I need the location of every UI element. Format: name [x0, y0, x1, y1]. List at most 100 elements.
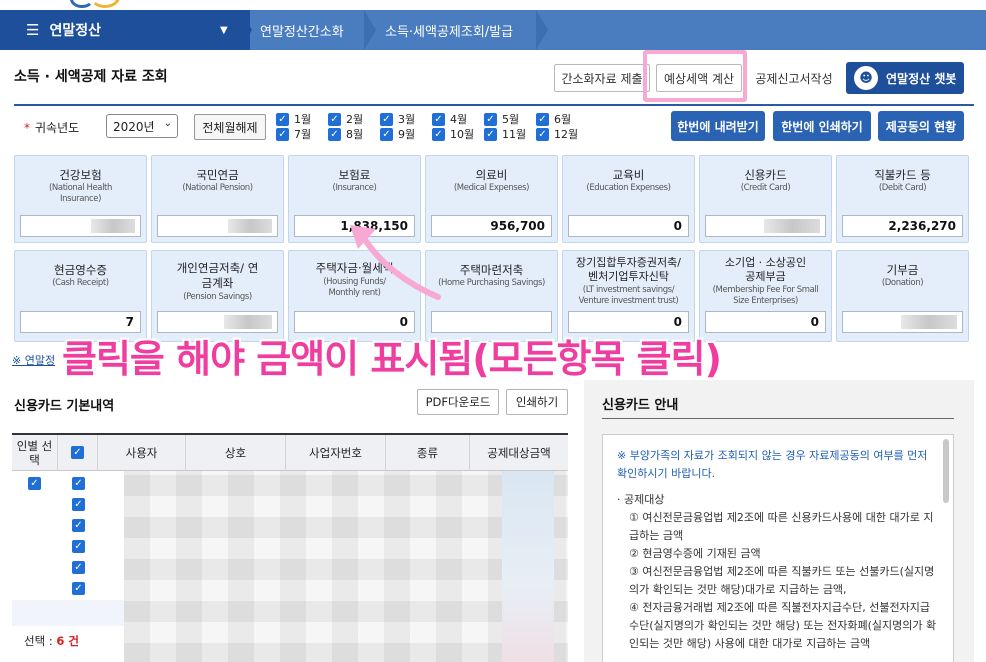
month-checkbox[interactable]: ✓ 8월	[328, 127, 363, 141]
card-donation[interactable]: 기부금 (Donation)	[836, 250, 969, 342]
blurred-value	[224, 315, 272, 329]
menu-icon: ☰	[26, 21, 40, 39]
column-header: 인별 선택	[12, 435, 58, 471]
month-label: 1월	[294, 113, 312, 126]
guide-title: 신용카드 안내	[602, 398, 679, 413]
month-label: 5월	[502, 113, 520, 126]
year-select[interactable]: 2020년 ⌄	[106, 114, 178, 138]
print-all-button[interactable]: 한번에 인쇄하기	[773, 111, 871, 141]
row-checkbox[interactable]: ✓	[72, 561, 85, 574]
checkbox-checked-icon: ✓	[276, 112, 289, 126]
filter-row: * 귀속년도 2020년 ⌄ 전체월해제 ✓ 1월 ✓ 2월 ✓ 3월 ✓ 4월 ✓ 5월 ✓…	[14, 104, 974, 146]
print-button[interactable]: 인쇄하기	[506, 389, 568, 415]
row-checkbox[interactable]: ✓	[72, 540, 85, 553]
month-label: 2월	[346, 113, 364, 126]
credit-card-list-title: 신용카드 기본내역	[14, 399, 115, 414]
scrollbar[interactable]	[943, 439, 949, 503]
year-select-value: 2020년	[113, 119, 155, 134]
card-credit-card[interactable]: 신용카드 (Credit Card)	[699, 155, 832, 243]
annotation-overlay-text: 클릭을 해야 금액이 표시됨(모든항목 클릭)	[62, 337, 722, 381]
notice-link[interactable]: ※ 연말정	[12, 352, 55, 368]
card-value	[157, 215, 278, 237]
clear-all-months-button[interactable]: 전체월해제	[194, 114, 266, 140]
guide-warning: ※ 부양가족의 자료가 조회되지 않는 경우 자료제공동의 여부를 먼저 확인하…	[617, 449, 928, 480]
checkbox-checked-icon: ✓	[484, 127, 497, 141]
month-checkbox[interactable]: ✓ 9월	[380, 127, 415, 141]
breadcrumb-deduction-lookup[interactable]: 소득·세액공제조회/발급	[385, 10, 513, 50]
breadcrumb-year-end-simplified[interactable]: 연말정산간소화	[260, 10, 344, 50]
consent-status-button[interactable]: 제공동의 현황	[878, 111, 964, 141]
guide-section: · 공제대상	[617, 493, 665, 506]
month-checkbox[interactable]: ✓ 5월	[484, 112, 519, 126]
checkbox-checked-icon: ✓	[484, 112, 497, 126]
card-debit-card[interactable]: 직불카드 등 (Debit Card) 2,236,270	[836, 155, 969, 243]
column-header-select-all[interactable]: ✓	[58, 435, 98, 471]
month-checkbox[interactable]: ✓ 1월	[276, 112, 311, 126]
blurred-value	[91, 219, 135, 233]
chatbot-button[interactable]: ☻ 연말정산 챗봇	[846, 62, 964, 94]
blurred-value	[228, 219, 272, 233]
month-checkbox[interactable]: ✓ 12월	[536, 127, 578, 141]
row-checkbox[interactable]: ✓	[28, 477, 41, 490]
card-value: 0	[705, 311, 826, 333]
card-education-expenses[interactable]: 교육비 (Education Expenses) 0	[562, 155, 695, 243]
month-label: 11월	[502, 128, 527, 141]
card-health-insurance[interactable]: 건강보험 (National Health Insurance)	[14, 155, 147, 243]
month-checkbox[interactable]: ✓ 10월	[432, 127, 474, 141]
card-title: 소기업 · 소상공인 공제부금	[724, 256, 807, 283]
checkbox-checked-icon: ✓	[432, 112, 445, 126]
card-subtitle: (Medical Expenses)	[453, 183, 530, 193]
row-checkbox[interactable]: ✓	[72, 582, 85, 595]
card-title: 보험료	[338, 168, 371, 182]
month-checkbox[interactable]: ✓ 7월	[276, 127, 311, 141]
month-checkbox[interactable]: ✓ 11월	[484, 127, 526, 141]
breadcrumb-separator	[536, 10, 550, 50]
month-label: 7월	[294, 128, 312, 141]
chatbot-icon: ☻	[854, 66, 878, 90]
nav-separator	[240, 10, 252, 50]
card-subtitle: (Pension Savings)	[183, 292, 252, 302]
navigation-bar: ☰ 연말정산 ▼ 연말정산간소화 소득·세액공제조회/발급	[0, 10, 986, 50]
card-subtitle: (Membership Fee For Small Size Enterpris…	[712, 285, 819, 306]
divider	[602, 418, 954, 419]
month-checkbox[interactable]: ✓ 6월	[536, 112, 571, 126]
card-value: 2,236,270	[842, 215, 963, 237]
breadcrumb-separator	[364, 10, 378, 50]
pdf-download-button[interactable]: PDF다운로드	[417, 389, 499, 415]
required-mark: *	[24, 121, 30, 135]
chevron-down-icon: ⌄	[163, 118, 172, 129]
page-title: 소득 · 세액공제 자료 조회	[14, 69, 168, 85]
guide-content[interactable]: ※ 부양가족의 자료가 조회되지 않는 경우 자료제공동의 여부를 먼저 확인하…	[602, 434, 954, 662]
row-checkbox[interactable]: ✓	[72, 519, 85, 532]
blurred-value	[764, 219, 820, 233]
annotation-arrow-icon	[350, 225, 441, 300]
card-subtitle: (Debit Card)	[878, 183, 927, 193]
column-header: 상호	[186, 435, 286, 471]
column-header: 종류	[386, 435, 470, 471]
top-strip	[0, 0, 986, 10]
card-national-pension[interactable]: 국민연금 (National Pension)	[151, 155, 284, 243]
month-label: 12월	[554, 128, 579, 141]
checkbox-checked-icon: ✓	[536, 112, 549, 126]
chatbot-label: 연말정산 챗봇	[886, 71, 957, 86]
card-subtitle: (Cash Receipt)	[52, 278, 109, 288]
row-checkbox[interactable]: ✓	[72, 477, 85, 490]
month-checkbox[interactable]: ✓ 3월	[380, 112, 415, 126]
card-title: 직불카드 등	[874, 168, 931, 182]
caret-down-icon: ▼	[220, 24, 228, 36]
month-checkbox[interactable]: ✓ 4월	[432, 112, 467, 126]
row-checkbox[interactable]: ✓	[72, 498, 85, 511]
selected-count-value: 6 건	[56, 634, 79, 648]
checkbox-checked-icon: ✓	[328, 112, 341, 126]
card-subtitle: (Credit Card)	[740, 183, 791, 193]
card-subtitle: (National Pension)	[182, 183, 253, 193]
card-subtitle: (National Health Insurance)	[49, 183, 112, 204]
card-value	[842, 311, 963, 333]
checkbox-checked-icon: ✓	[276, 127, 289, 141]
nav-main-menu[interactable]: ☰ 연말정산 ▼	[0, 10, 250, 50]
breadcrumb-label: 연말정산간소화	[260, 24, 344, 40]
download-all-button[interactable]: 한번에 내려받기	[671, 111, 765, 141]
submit-simplified-data-button[interactable]: 간소화자료 제출	[554, 64, 650, 92]
write-deduction-form-button[interactable]: 공제신고서작성	[748, 64, 840, 92]
month-checkbox[interactable]: ✓ 2월	[328, 112, 363, 126]
